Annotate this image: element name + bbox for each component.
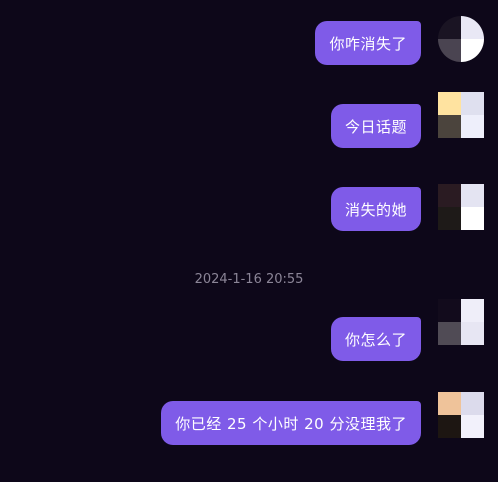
- message-bubble[interactable]: 消失的她: [330, 187, 421, 231]
- avatar-tile: [461, 115, 484, 138]
- avatar-tile: [461, 39, 484, 62]
- avatar[interactable]: [438, 392, 484, 438]
- avatar-tile: [461, 299, 484, 322]
- avatar-tile: [461, 322, 484, 345]
- chat-thread[interactable]: 你咋消失了 今日话题 消失的她 2024-1-16 20:55 你怎么了 你已经…: [0, 0, 498, 482]
- avatar-tile: [438, 415, 461, 438]
- avatar-tile: [461, 92, 484, 115]
- avatar-tile: [438, 115, 461, 138]
- avatar-tile: [438, 92, 461, 115]
- message-bubble[interactable]: 今日话题: [330, 104, 421, 148]
- avatar-tile: [461, 392, 484, 415]
- avatar[interactable]: [438, 184, 484, 230]
- message-bubble[interactable]: 你已经 25 个小时 20 分没理我了: [161, 401, 421, 445]
- avatar-tile: [438, 39, 461, 62]
- avatar-tile: [438, 207, 461, 230]
- avatar[interactable]: [438, 16, 484, 62]
- message-bubble[interactable]: 你怎么了: [330, 317, 421, 361]
- avatar-tile: [438, 299, 461, 322]
- avatar-tile: [438, 16, 461, 39]
- avatar-tile: [438, 392, 461, 415]
- avatar[interactable]: [438, 92, 484, 138]
- avatar-tile: [461, 207, 484, 230]
- avatar-tile: [438, 322, 461, 345]
- avatar-tile: [461, 16, 484, 39]
- avatar[interactable]: [438, 299, 484, 345]
- message-bubble[interactable]: 你咋消失了: [315, 21, 421, 65]
- avatar-tile: [461, 184, 484, 207]
- avatar-tile: [461, 415, 484, 438]
- timestamp: 2024-1-16 20:55: [194, 272, 304, 287]
- avatar-tile: [438, 184, 461, 207]
